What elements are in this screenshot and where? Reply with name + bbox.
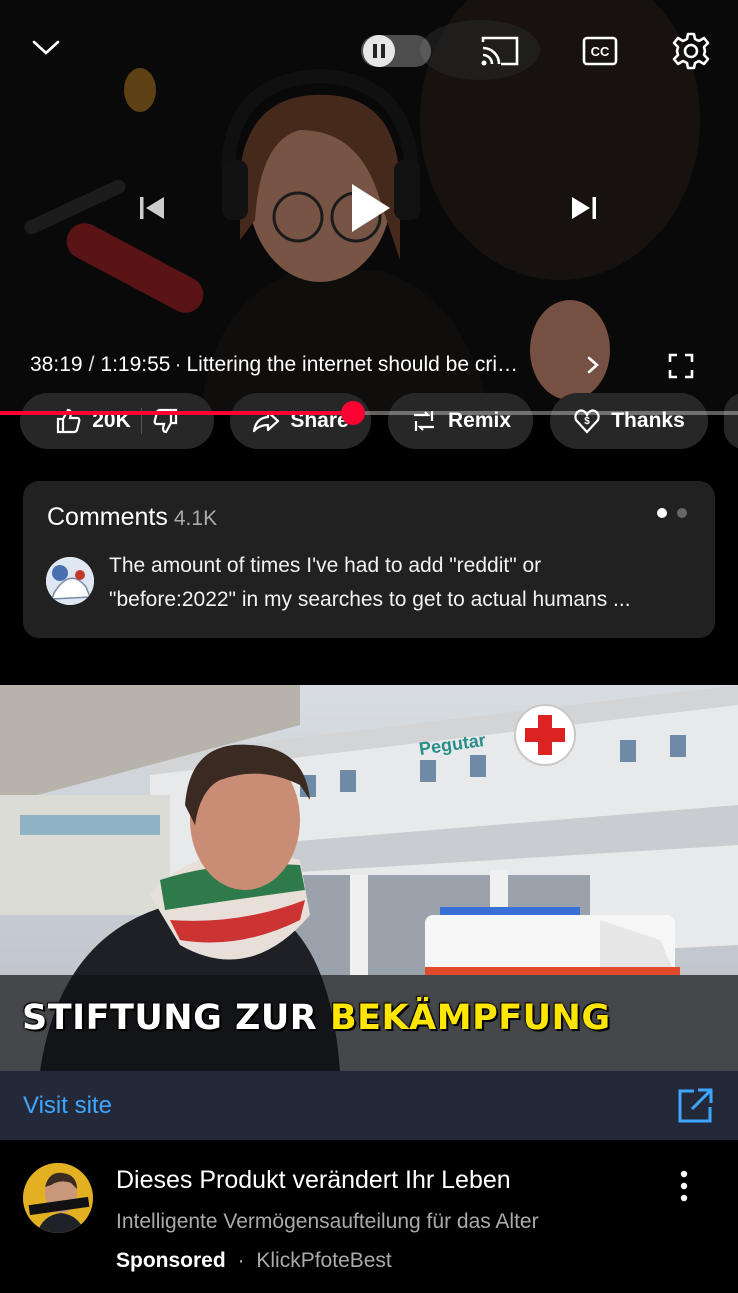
more-vert-icon <box>680 1170 688 1202</box>
captions-icon: CC <box>582 36 618 66</box>
remix-button[interactable]: Remix <box>388 393 533 449</box>
open-external-button[interactable] <box>676 1087 714 1125</box>
comments-card[interactable]: Comments 4.1K The amount of times I've ha… <box>23 481 715 638</box>
cast-icon <box>481 36 519 66</box>
like-dislike-chip[interactable]: 20K <box>20 393 214 449</box>
current-time: 38:19 <box>30 353 83 376</box>
ad-image-caption: STIFTUNG ZUR BEKÄMPFUNG <box>22 998 611 1038</box>
title-separator: · <box>174 353 182 376</box>
previous-button[interactable] <box>130 188 174 228</box>
comments-count: 4.1K <box>173 507 218 530</box>
comments-header: Comments 4.1K <box>47 503 217 532</box>
time-and-title[interactable]: 38:19 / 1:19:55 · Littering the internet… <box>30 350 518 380</box>
chevron-right-icon <box>587 356 599 374</box>
sponsored-label: Sponsored <box>116 1249 226 1272</box>
captions-button[interactable]: CC <box>580 32 620 70</box>
top-comment: The amount of times I've had to add "red… <box>109 549 689 617</box>
top-comment-line-2: "before:2022" in my searches to get to a… <box>109 588 631 611</box>
settings-icon <box>672 32 710 70</box>
autoplay-knob <box>363 35 395 67</box>
carousel-dots <box>657 508 689 520</box>
thanks-button[interactable]: $ Thanks <box>550 393 708 449</box>
video-progress-bar[interactable] <box>0 401 738 425</box>
advertiser-avatar[interactable] <box>23 1163 93 1233</box>
fullscreen-icon <box>668 353 694 379</box>
avatar-image <box>46 557 94 605</box>
carousel-dot-active <box>657 508 667 518</box>
advertiser-avatar-image <box>23 1163 93 1233</box>
play-icon <box>352 184 390 232</box>
time-separator: / <box>88 353 95 376</box>
external-link-icon <box>678 1088 713 1123</box>
settings-button[interactable] <box>668 28 714 74</box>
autoplay-toggle[interactable] <box>361 35 431 67</box>
cast-button[interactable] <box>478 32 522 70</box>
svg-text:$: $ <box>584 416 590 427</box>
advertiser-name: KlickPfoteBest <box>256 1249 392 1272</box>
duration: 1:19:55 <box>100 353 171 376</box>
progress-played <box>0 411 353 415</box>
previous-icon <box>140 197 164 219</box>
action-chips: 20K Share Remix $ Thanks <box>0 393 738 451</box>
collapse-button[interactable] <box>22 28 70 68</box>
visit-site-link[interactable]: Visit site <box>23 1071 112 1140</box>
ad-description: Intelligente Vermögensaufteilung für das… <box>116 1210 539 1233</box>
play-button[interactable] <box>335 175 405 241</box>
next-icon <box>572 197 596 219</box>
chevron-down-icon <box>32 40 60 55</box>
ad-caption-white: STIFTUNG ZUR <box>22 998 318 1038</box>
next-button[interactable] <box>562 188 606 228</box>
progress-scrubber[interactable] <box>340 401 365 425</box>
chapter-open-button[interactable] <box>580 350 606 380</box>
ad-meta: Sponsored · KlickPfoteBest <box>116 1249 392 1273</box>
carousel-dot <box>677 508 687 518</box>
svg-text:CC: CC <box>591 44 610 59</box>
video-player[interactable]: CC 38:19 / 1:19:55 · Littering the inter… <box>0 0 738 415</box>
comments-title: Comments <box>47 503 168 531</box>
video-title: Littering the internet should be cri… <box>186 353 519 376</box>
ad-more-options-button[interactable] <box>666 1166 702 1206</box>
meta-separator: · <box>237 1249 245 1272</box>
ad-caption-yellow: BEKÄMPFUNG <box>329 998 611 1038</box>
fullscreen-button[interactable] <box>664 349 698 383</box>
visit-site-bar[interactable]: Visit site <box>0 1071 738 1140</box>
pause-icon <box>373 44 385 58</box>
ad-title[interactable]: Dieses Produkt verändert Ihr Leben <box>116 1166 511 1195</box>
top-comment-line-1: The amount of times I've had to add "red… <box>109 554 542 577</box>
avatar <box>46 557 94 605</box>
more-actions-chip[interactable] <box>724 393 738 449</box>
